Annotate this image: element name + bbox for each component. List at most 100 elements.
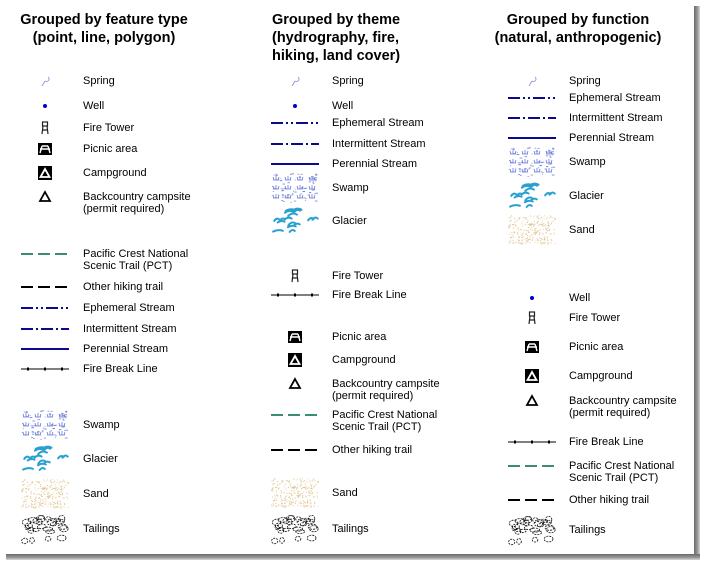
pct-trail-line-icon (271, 410, 319, 420)
legend-label-text: Pacific Crest National (569, 460, 675, 472)
legend-label: Other hiking trail (332, 444, 412, 456)
legend-label-text: Picnic area (83, 143, 138, 155)
legend-label-text: Spring (332, 75, 364, 87)
legend-label: Sand (83, 488, 109, 500)
spring-icon (524, 73, 540, 89)
legend-label: Campground (332, 354, 396, 366)
picnic-area-icon (287, 329, 303, 345)
legend-label-text: Pacific Crest National (332, 409, 438, 421)
glacier-pattern-icon (271, 206, 319, 236)
legend-label-text: Perennial Stream (569, 132, 654, 144)
legend-label-text: Backcountry campsite (332, 378, 440, 390)
perennial-stream-line-icon (21, 344, 69, 354)
legend-label-text: Tailings (83, 523, 120, 535)
legend-label-text: Campground (332, 354, 396, 366)
legend-label-text: Intermittent Stream (332, 138, 426, 150)
title-line: hiking, land cover) (272, 48, 401, 64)
legend-label: Pacific Crest National Scenic Trail (PCT) (569, 460, 674, 484)
fire-tower-icon (37, 120, 53, 136)
perennial-stream-line-icon (271, 159, 319, 169)
legend-label-text: Campground (569, 370, 633, 382)
sand-pattern-icon (271, 478, 319, 508)
legend-label: Glacier (332, 215, 367, 227)
legend-label: Other hiking trail (569, 494, 649, 506)
legend-label-text: Fire Tower (569, 312, 621, 324)
title-line: (natural, anthropogenic) (494, 30, 662, 46)
legend-label-text-line2: (permit required) (332, 390, 414, 402)
intermittent-stream-line-icon (271, 139, 319, 149)
legend-label: Glacier (83, 453, 118, 465)
legend-label: Glacier (569, 190, 604, 202)
legend-label-text: Perennial Stream (83, 343, 168, 355)
pct-trail-line-icon (21, 249, 69, 259)
legend-label-text: Backcountry campsite (569, 395, 677, 407)
legend-label: Tailings (569, 524, 606, 536)
legend-label-text-line2: (permit required) (83, 203, 165, 215)
legend-label: Backcountry campsite (permit required) (569, 395, 677, 419)
legend-label-text: Sand (332, 487, 358, 499)
well-icon (287, 98, 303, 114)
legend-label: Tailings (332, 523, 369, 535)
spring-icon (37, 73, 53, 89)
sand-pattern-icon (508, 215, 556, 245)
legend-label: Pacific Crest National Scenic Trail (PCT) (83, 248, 188, 272)
tailings-pattern-icon (508, 515, 556, 546)
legend-label-text: Intermittent Stream (83, 323, 177, 335)
legend-label-text-line2: Scenic Trail (PCT) (332, 421, 422, 433)
ephemeral-stream-line-icon (21, 303, 69, 313)
legend-label: Fire Tower (332, 270, 383, 282)
legend-label-text: Spring (83, 75, 115, 87)
ephemeral-stream-line-icon (271, 118, 319, 128)
legend-label-text: Pacific Crest National (83, 248, 189, 260)
legend-label: Intermittent Stream (332, 138, 426, 150)
title-line: Grouped by theme (272, 12, 401, 28)
legend-label-text: Perennial Stream (332, 158, 417, 170)
glacier-pattern-icon (21, 444, 69, 474)
legend-label-text: Well (569, 292, 591, 304)
legend-label-text: Other hiking trail (332, 444, 413, 456)
hiking-trail-line-icon (508, 495, 556, 505)
spring-icon (287, 73, 303, 89)
legend-label-text: Campground (83, 167, 147, 179)
legend-label: Fire Break Line (332, 289, 407, 301)
sand-pattern-icon (21, 479, 69, 509)
legend-label-text: Fire Break Line (569, 436, 644, 448)
legend-label-text-line2: (permit required) (569, 407, 651, 419)
legend-label-text: Picnic area (332, 331, 387, 343)
legend-label: Fire Break Line (83, 363, 158, 375)
legend-label: Spring (83, 75, 115, 87)
legend-label-text: Other hiking trail (83, 281, 164, 293)
legend-label: Intermittent Stream (83, 323, 177, 335)
campground-icon (524, 368, 540, 384)
well-icon (524, 290, 540, 306)
panel-shadow-right (694, 6, 700, 560)
swamp-pattern-icon (508, 147, 556, 177)
title-line: (point, line, polygon) (32, 30, 176, 46)
picnic-area-icon (524, 339, 540, 355)
campground-icon (37, 165, 53, 181)
legend-label-text: Tailings (332, 523, 369, 535)
legend-label-text: Intermittent Stream (569, 112, 663, 124)
legend-label-text: Fire Tower (332, 270, 384, 282)
legend-label: Spring (332, 75, 364, 87)
legend-label: Well (332, 100, 353, 112)
legend-label: Picnic area (332, 331, 386, 343)
fire-break-line-icon (21, 364, 69, 374)
legend-label-text: Sand (569, 224, 595, 236)
swamp-pattern-icon (271, 173, 319, 203)
ephemeral-stream-line-icon (508, 93, 556, 103)
well-icon (37, 98, 53, 114)
legend-label-text: Backcountry campsite (83, 191, 191, 203)
legend-label-text: Tailings (569, 524, 606, 536)
perennial-stream-line-icon (508, 133, 556, 143)
legend-label-text: Glacier (332, 215, 367, 227)
legend-label: Spring (569, 75, 601, 87)
legend-label-text: Sand (83, 488, 109, 500)
legend-label: Backcountry campsite (permit required) (83, 191, 191, 215)
column-title-theme: Grouped by theme (hydrography, fire, hik… (272, 11, 432, 65)
swamp-pattern-icon (21, 410, 69, 440)
legend-label: Fire Tower (569, 312, 620, 324)
picnic-area-icon (37, 141, 53, 157)
backcountry-campsite-icon (524, 393, 540, 409)
fire-break-line-icon (271, 290, 319, 300)
